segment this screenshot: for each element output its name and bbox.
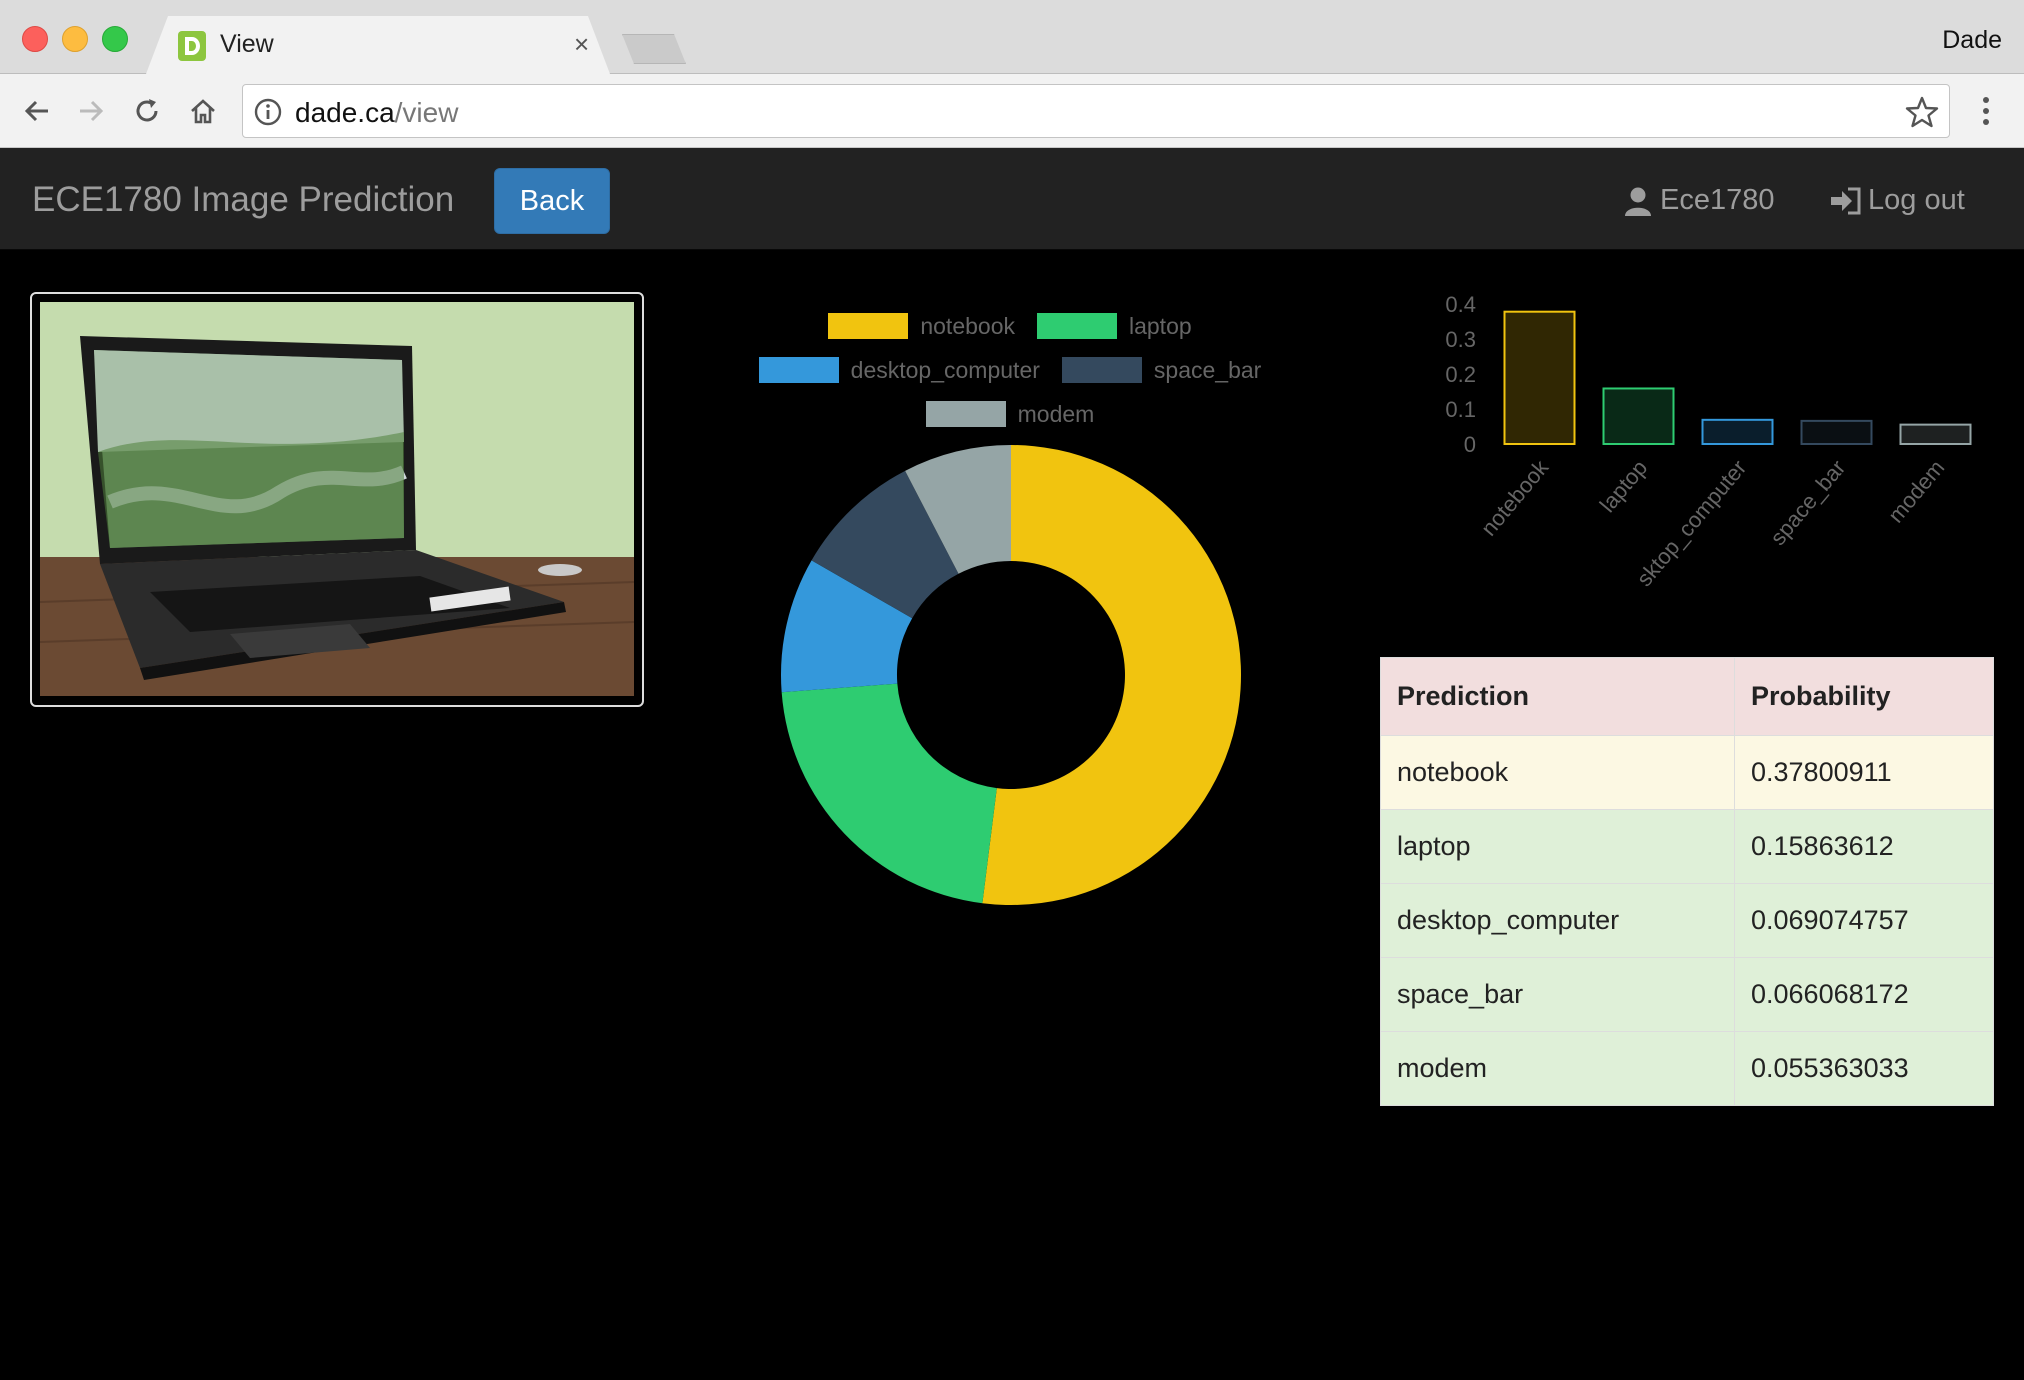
bar-space-bar[interactable] (1800, 419, 1873, 446)
legend-label: laptop (1128, 312, 1192, 339)
legend-item-laptop[interactable]: laptop (1036, 312, 1192, 340)
prediction-cell: laptop (1380, 809, 1735, 884)
home-icon[interactable] (184, 92, 222, 130)
bar-sktop-computer[interactable] (1701, 418, 1774, 446)
bookmark-star-icon[interactable] (1905, 95, 1939, 129)
bar-chart: 0 0.1 0.2 0.3 0.4 notebook laptopsktop_compute… (1445, 292, 1972, 591)
back-button[interactable]: Back (494, 168, 610, 234)
legend-item-desktop-computer[interactable]: desktop_computer (758, 356, 1040, 384)
y-tick-label: 0.2 (1445, 362, 1476, 387)
table-row: notebook 0.37800911 (1380, 735, 1994, 810)
prediction-cell: notebook (1380, 735, 1735, 810)
probability-cell: 0.37800911 (1734, 735, 1994, 810)
prediction-cell: space_bar (1380, 957, 1735, 1032)
y-tick-label: 0.3 (1445, 327, 1476, 352)
legend-label: modem (1017, 400, 1095, 427)
prediction-cell: modem (1380, 1031, 1735, 1106)
x-tick-label: sktop_computer (1632, 455, 1752, 591)
donut-legend: notebook laptop desktop_computer space_b… (700, 304, 1320, 436)
x-tick-label: notebook (1476, 454, 1554, 540)
legend-item-modem[interactable]: modem (925, 400, 1095, 428)
app-brand[interactable]: ECE1780 Image Prediction (32, 180, 454, 220)
close-tab-icon[interactable]: × (574, 30, 589, 58)
log-out-icon (1831, 187, 1861, 214)
legend-label: space_bar (1153, 356, 1262, 383)
legend-label: desktop_computer (850, 356, 1040, 383)
minimize-window-button[interactable] (62, 26, 88, 52)
site-favicon-icon (178, 31, 206, 61)
legend-swatch (758, 357, 839, 383)
logout-label: Log out (1868, 184, 1965, 216)
uploaded-image-frame (30, 292, 644, 707)
table-header-row: Prediction Probability (1380, 657, 1994, 736)
reload-icon[interactable] (128, 92, 166, 130)
bar-notebook[interactable] (1503, 310, 1576, 446)
browser-menu-icon[interactable] (1974, 94, 1998, 128)
legend-swatch (1061, 357, 1142, 383)
site-info-icon[interactable] (253, 97, 283, 127)
url-host: dade.ca (295, 97, 395, 128)
logout-link[interactable]: Log out (1830, 184, 1965, 217)
legend-swatch (828, 313, 909, 339)
user-name: Ece1780 (1660, 184, 1775, 216)
user-link[interactable]: Ece1780 (1624, 184, 1775, 217)
donut-slice-notebook[interactable] (982, 445, 1242, 905)
x-tick-label: space_bar (1765, 455, 1850, 550)
legend-swatch (925, 401, 1006, 427)
donut-chart (781, 445, 1242, 905)
table-row: desktop_computer 0.069074757 (1380, 883, 1994, 958)
url-text[interactable]: dade.ca/view (295, 97, 458, 129)
forward-arrow-icon[interactable] (72, 92, 110, 130)
laptop-photo (40, 302, 634, 696)
legend-item-space-bar[interactable]: space_bar (1061, 356, 1262, 384)
table-row: laptop 0.15863612 (1380, 809, 1994, 884)
donut-slice-laptop[interactable] (781, 683, 997, 904)
bar-modem[interactable] (1899, 423, 1972, 446)
user-icon (1625, 187, 1651, 216)
y-tick-label: 0 (1464, 432, 1476, 457)
bar-laptop[interactable] (1602, 387, 1675, 445)
prediction-table: Prediction Probability notebook 0.378009… (1380, 657, 1994, 1106)
table-row: modem 0.055363033 (1380, 1031, 1994, 1106)
legend-item-notebook[interactable]: notebook (828, 313, 1015, 340)
close-window-button[interactable] (22, 26, 48, 52)
legend-label: notebook (920, 312, 1015, 339)
x-tick-label: modem (1883, 455, 1949, 527)
y-tick-label: 0.4 (1445, 292, 1476, 317)
probability-cell: 0.055363033 (1734, 1031, 1994, 1106)
probability-cell: 0.066068172 (1734, 957, 1994, 1032)
url-path: /view (394, 97, 459, 128)
legend-swatch (1036, 313, 1117, 339)
probability-cell: 0.15863612 (1734, 809, 1994, 884)
column-header-prediction: Prediction (1380, 657, 1735, 736)
browser-tab-active[interactable] (146, 16, 610, 74)
prediction-cell: desktop_computer (1380, 883, 1735, 958)
y-tick-label: 0.1 (1445, 397, 1476, 422)
tab-title: View (220, 30, 274, 58)
profile-name[interactable]: Dade (1942, 26, 2002, 55)
column-header-probability: Probability (1734, 657, 1994, 736)
maximize-window-button[interactable] (102, 26, 128, 52)
table-row: space_bar 0.066068172 (1380, 957, 1994, 1032)
address-bar[interactable]: dade.ca/view (242, 84, 1950, 138)
back-arrow-icon[interactable] (18, 92, 56, 130)
x-tick-label: laptop (1595, 455, 1653, 517)
probability-cell: 0.069074757 (1734, 883, 1994, 958)
